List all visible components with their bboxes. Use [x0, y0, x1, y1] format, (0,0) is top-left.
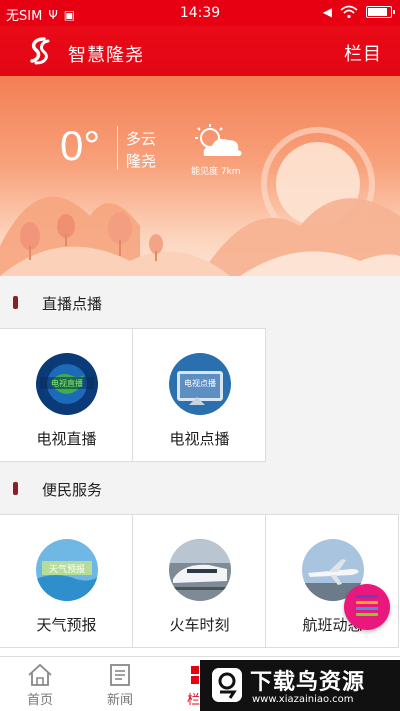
grid-item-tv-vod[interactable]: 电视点播 电视点播	[133, 328, 266, 462]
visibility-text: 能见度 7km	[191, 167, 241, 177]
section-title: 直播点播	[42, 295, 103, 313]
grid-empty-slot	[266, 328, 399, 462]
fab-line	[356, 601, 378, 604]
fab-line	[356, 607, 378, 610]
tv-live-icon: 电视直播	[36, 353, 98, 415]
train-icon	[169, 539, 231, 601]
battery-icon	[366, 6, 395, 18]
grid-item-flight[interactable]: 航班动态	[266, 514, 399, 648]
temperature: 0°	[60, 122, 101, 169]
section-marker	[13, 296, 18, 309]
mute-icon: ◀	[322, 5, 332, 19]
news-icon	[110, 664, 130, 686]
fab-line	[356, 613, 378, 616]
watermark-url: www.xiazainiao.com	[252, 694, 354, 705]
grid-item-label: 火车时刻	[169, 616, 230, 634]
nav-label: 首页	[26, 693, 53, 708]
columns-button[interactable]: 栏目	[344, 40, 382, 66]
watermark-banner: 下载鸟资源 www.xiazainiao.com	[200, 660, 400, 711]
grid-item-train[interactable]: 火车时刻	[133, 514, 266, 648]
app-header: 智慧隆尧 栏目	[0, 26, 400, 76]
svg-text:电视点播: 电视点播	[184, 378, 216, 388]
app-title: 智慧隆尧	[68, 45, 144, 66]
weather-info: 多云 隆尧	[126, 128, 156, 172]
app-logo-icon	[30, 37, 50, 65]
home-icon	[28, 663, 52, 686]
section-title: 便民服务	[42, 481, 103, 499]
weather-forecast-icon: 天气预报	[36, 539, 98, 601]
weather-divider	[117, 126, 118, 170]
section-header-live: 直播点播	[0, 276, 400, 328]
partly-cloudy-icon	[195, 124, 242, 156]
nav-news[interactable]: 新闻	[80, 663, 160, 708]
live-grid: 电视直播 电视直播 电视点播 电视点播	[0, 328, 400, 462]
grid-item-tv-live[interactable]: 电视直播 电视直播	[0, 328, 133, 462]
city-name: 隆尧	[126, 152, 157, 170]
grid-item-label: 天气预报	[36, 616, 97, 634]
nav-home[interactable]: 首页	[0, 663, 80, 708]
grid-item-label: 电视点播	[169, 430, 230, 448]
tv-vod-icon: 电视点播	[169, 353, 231, 415]
weather-banner[interactable]: 0° 多云 隆尧 能见度 7km	[0, 76, 400, 276]
svg-text:电视直播: 电视直播	[51, 378, 83, 388]
status-bar: 无SIM Ψ ▣ 14:39 ◀	[0, 0, 400, 26]
section-marker	[13, 482, 18, 495]
floating-menu-button[interactable]	[344, 584, 390, 630]
svg-text:天气预报: 天气预报	[49, 563, 85, 575]
weather-condition: 多云	[126, 130, 157, 148]
section-header-services: 便民服务	[0, 462, 400, 514]
bird-logo-icon	[212, 668, 242, 702]
fab-line	[356, 595, 378, 598]
wifi-icon	[340, 5, 358, 19]
services-grid: 天气预报 天气预报 火车时刻 航班动态	[0, 514, 400, 656]
grid-item-label: 电视直播	[36, 430, 97, 448]
nav-label: 新闻	[106, 693, 133, 708]
grid-item-weather[interactable]: 天气预报 天气预报	[0, 514, 133, 648]
watermark-title: 下载鸟资源	[250, 670, 366, 695]
